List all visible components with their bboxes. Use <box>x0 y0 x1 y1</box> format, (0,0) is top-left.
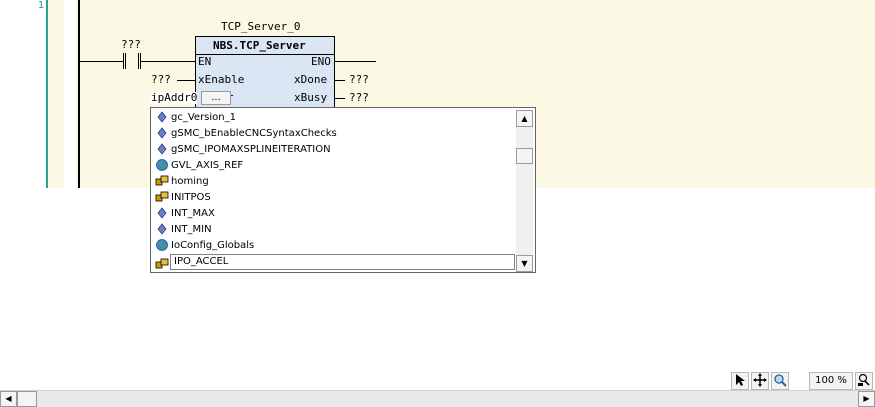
edit-item-icon <box>155 255 169 274</box>
constant-icon <box>155 127 169 139</box>
xbusy-wire <box>335 98 345 99</box>
fb-type-name: NBS.TCP_Server <box>213 39 306 52</box>
pin-xbusy: xBusy <box>294 91 328 104</box>
constant-icon <box>155 207 169 219</box>
pin-xdone: xDone <box>294 73 328 86</box>
rung-wire-mid <box>141 61 195 62</box>
autocomplete-item[interactable]: INT_MIN <box>155 222 212 238</box>
xbusy-variable[interactable]: ??? <box>349 92 369 104</box>
move-icon <box>753 373 767 387</box>
autocomplete-item[interactable]: IoConfig_Globals <box>155 238 254 254</box>
scroll-right-button[interactable]: ▶ <box>858 391 875 407</box>
scroll-left-button[interactable]: ◀ <box>0 391 17 407</box>
scroll-thumb[interactable] <box>516 148 533 164</box>
line-gutter <box>0 0 46 188</box>
globe-icon <box>155 159 169 171</box>
ipaddr-variable[interactable]: ipAddr0 <box>151 92 198 104</box>
constant-icon <box>155 223 169 235</box>
autocomplete-item-label: gSMC_IPOMAXSPLINEITERATION <box>171 144 331 155</box>
autocomplete-item[interactable]: INT_MAX <box>155 206 215 222</box>
autocomplete-item-label: IoConfig_Globals <box>171 240 255 251</box>
pin-xenable: xEnable <box>198 73 245 86</box>
autocomplete-item[interactable]: INITPOS <box>155 190 211 206</box>
contact-variable[interactable]: ??? <box>121 39 141 51</box>
autocomplete-list[interactable]: gc_Version_1 gSMC_bEnableCNCSyntaxChecksg… <box>150 107 536 273</box>
constant-icon <box>155 143 169 155</box>
pin-en: EN <box>198 55 212 68</box>
rung-strip <box>64 0 76 188</box>
autocomplete-item-label: INITPOS <box>171 192 211 203</box>
autocomplete-item[interactable]: gSMC_bEnableCNCSyntaxChecks <box>155 126 337 142</box>
zoom-level[interactable]: 100 % <box>809 372 853 390</box>
globe-icon <box>155 239 169 251</box>
autocomplete-item[interactable]: homing <box>155 174 209 190</box>
autocomplete-scrollbar[interactable]: ▲ ▼ <box>516 110 533 272</box>
instance-name[interactable]: TCP_Server_0 <box>221 21 300 33</box>
constant-icon <box>155 111 169 123</box>
autocomplete-item-label: INT_MAX <box>171 208 215 219</box>
input-assistant-button[interactable]: ... <box>201 91 231 105</box>
autocomplete-item-label: gc_Version_1 <box>171 112 236 123</box>
scroll-up-button[interactable]: ▲ <box>516 110 533 127</box>
contact-left-bar[interactable] <box>123 53 126 69</box>
autocomplete-item-label: homing <box>171 176 209 187</box>
autocomplete-edit-field[interactable]: IPO_ACCEL <box>170 254 515 270</box>
scroll-down-button[interactable]: ▼ <box>516 255 533 272</box>
xdone-variable[interactable]: ??? <box>349 74 369 86</box>
autocomplete-item-label: INT_MIN <box>171 224 212 235</box>
pointer-tool-button[interactable] <box>731 372 749 390</box>
autocomplete-item-label: GVL_AXIS_REF <box>171 160 244 171</box>
rung-wire-left <box>80 61 123 62</box>
zoom-options-icon <box>858 373 870 386</box>
autocomplete-item-label: gSMC_bEnableCNCSyntaxChecks <box>171 128 337 139</box>
line-number: 1 <box>38 0 45 11</box>
magnifier-icon <box>774 374 787 387</box>
eno-wire <box>335 61 376 62</box>
left-power-rail <box>78 0 80 188</box>
program-icon <box>155 175 169 187</box>
hscroll-thumb[interactable] <box>17 391 37 407</box>
pan-tool-button[interactable] <box>751 372 769 390</box>
program-icon <box>155 191 169 203</box>
zoom-options-button[interactable] <box>855 372 873 390</box>
autocomplete-item[interactable]: gc_Version_1 <box>155 110 236 126</box>
autocomplete-item[interactable]: gSMC_IPOMAXSPLINEITERATION <box>155 142 331 158</box>
pointer-icon <box>736 374 745 386</box>
autocomplete-item[interactable]: GVL_AXIS_REF <box>155 158 243 174</box>
xdone-wire <box>335 80 345 81</box>
horizontal-scrollbar[interactable]: ◀ ▶ <box>0 390 875 407</box>
pin-eno: ENO <box>311 55 331 68</box>
zoom-tool-button[interactable] <box>771 372 789 390</box>
xenable-wire <box>177 80 195 81</box>
xenable-variable[interactable]: ??? <box>151 74 171 86</box>
